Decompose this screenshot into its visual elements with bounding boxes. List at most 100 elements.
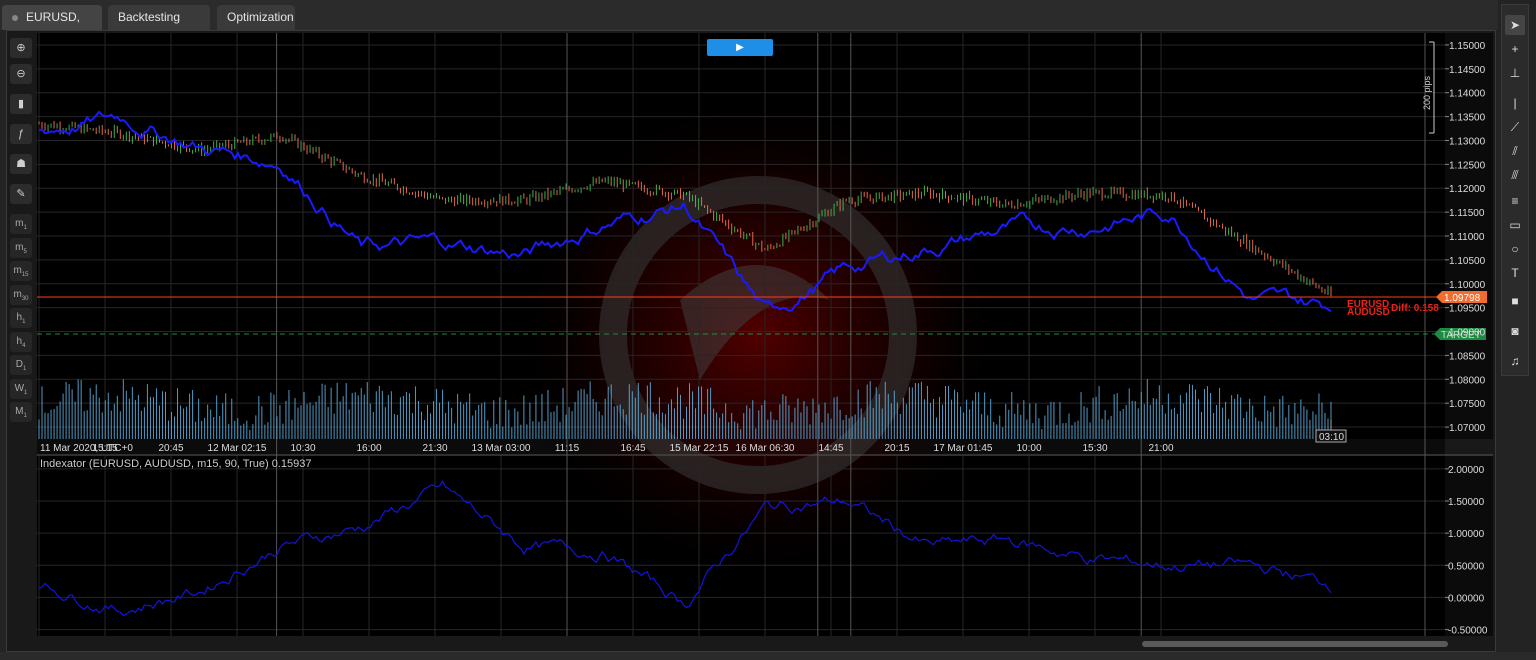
chart-type-icon[interactable]: ▮ — [10, 94, 32, 114]
cursor-icon[interactable]: ➤ — [1505, 15, 1525, 35]
timeframe-button[interactable]: m5 — [10, 237, 32, 258]
cursor-time-value: 03:10 — [1319, 432, 1344, 443]
camera-icon[interactable]: ◙ — [1505, 321, 1525, 341]
timeframe-label: m — [13, 288, 22, 300]
indicator-tick-label: -0.50000 — [1448, 626, 1488, 637]
text-icon[interactable]: T — [1505, 263, 1525, 283]
timeframe-button[interactable]: m1 — [10, 214, 32, 234]
time-tick-label: 15:15 — [92, 443, 117, 454]
trend-line-icon[interactable]: ⟋ — [1505, 117, 1525, 137]
audusd-series-label: AUDUSD — [1347, 307, 1390, 318]
time-tick-label: 11:15 — [555, 443, 580, 454]
price-tick-label: 1.11000 — [1449, 232, 1485, 243]
indicator-tick-label: 0.50000 — [1448, 561, 1485, 572]
timeframe-label: m — [15, 218, 24, 229]
left-toolbar: ⊕ ⊖ ▮ ƒ ☗ ✎ m1 m5 m15 m30 h1 h4 D1 W1 M1 — [9, 36, 35, 436]
templates-icon[interactable]: ✎ — [10, 184, 32, 204]
horizontal-scrollbar[interactable] — [1142, 641, 1448, 647]
time-tick-label: 16:45 — [620, 443, 645, 454]
indicator-tick-label: 0.00000 — [1448, 593, 1485, 604]
play-button[interactable]: ▶ — [707, 39, 773, 56]
timeframe-label: W — [14, 382, 25, 394]
zoom-in-icon[interactable]: ⊕ — [10, 38, 32, 58]
price-tick-label: 1.13000 — [1449, 136, 1486, 147]
time-tick-label: 10:30 — [290, 443, 315, 454]
indicator-tick-label: 1.00000 — [1448, 529, 1485, 540]
timeframe-period: 1 — [22, 366, 27, 372]
timeframe-button[interactable]: h4 — [10, 331, 32, 352]
price-tick-label: 1.10500 — [1449, 256, 1486, 267]
rectangle-icon[interactable]: ▭ — [1505, 215, 1525, 235]
time-tick-label: 12 Mar 02:15 — [208, 443, 267, 454]
time-tick-label: 17 Mar 01:45 — [934, 443, 993, 454]
timeframe-period: 5 — [23, 248, 27, 255]
timeframe-button[interactable]: W1 — [10, 378, 32, 399]
indicator-tick-label: 1.50000 — [1448, 497, 1485, 508]
price-tick-label: 1.14000 — [1449, 89, 1486, 100]
drawing-toolbar: ➤ + ⊥ | ⟋ ⫽ ⫻ ≡ ▭ ○ T ■ ◙ ♫ — [1501, 4, 1529, 376]
time-tick-label: 10:00 — [1016, 443, 1041, 454]
chart-area[interactable]: 1.09798 TARGET EURUSD AUDUSD Diff: 0.158… — [0, 0, 1536, 660]
timeframe-period: 1 — [23, 225, 27, 231]
indicator-axis — [1445, 456, 1493, 636]
andrews-pitchfork-icon[interactable]: ⫽ — [1505, 141, 1525, 161]
price-tick-label: 1.08500 — [1449, 351, 1486, 362]
price-tick-label: 1.08000 — [1449, 375, 1486, 386]
timeframe-period: 1 — [23, 413, 27, 419]
ruler-icon[interactable]: ⊥ — [1505, 63, 1525, 83]
timeframe-button[interactable]: m15 — [10, 261, 32, 281]
color-swatch-icon[interactable]: ■ — [1505, 291, 1525, 311]
timeframe-period: 1 — [24, 389, 28, 396]
price-tick-label: 1.09500 — [1449, 304, 1486, 315]
timeframe-period: 30 — [21, 295, 29, 302]
zoom-out-icon[interactable]: ⊖ — [10, 64, 32, 84]
time-tick-label: 15 Mar 22:15 — [670, 443, 729, 454]
time-tick-label: 15:30 — [1082, 443, 1107, 454]
time-tick-label: 14:45 — [818, 443, 843, 454]
timeframe-label: M — [15, 406, 24, 417]
cbot-icon[interactable]: ☗ — [10, 154, 32, 174]
ctrader-logo-watermark — [508, 85, 1008, 585]
pips-label: 200 pips — [1422, 75, 1432, 110]
timeframe-period: 15 — [21, 272, 29, 278]
price-tick-label: 1.14500 — [1449, 65, 1486, 76]
time-tick-label: 21:30 — [422, 443, 447, 454]
indicator-tick-label: 2.00000 — [1448, 465, 1485, 476]
bottom-strip — [0, 652, 1536, 660]
price-tick-label: 1.07500 — [1449, 399, 1486, 410]
alert-bell-icon[interactable]: ♫ — [1505, 351, 1525, 371]
ellipse-icon[interactable]: ○ — [1505, 239, 1525, 259]
price-tick-label: 1.09000 — [1449, 328, 1486, 339]
diff-label: Diff: 0.158 — [1391, 303, 1439, 314]
time-tick-label: 21:00 — [1148, 443, 1173, 454]
timeframe-period: 1 — [22, 319, 26, 325]
price-tick-label: 1.12000 — [1449, 184, 1486, 195]
indicator-title: Indexator (EURUSD, AUDUSD, m15, 90, True… — [40, 458, 311, 470]
timeframe-button[interactable]: h1 — [10, 308, 32, 328]
parallel-channel-icon[interactable]: ⫻ — [1505, 165, 1525, 185]
timeframe-period: 4 — [22, 342, 26, 349]
vertical-line-icon[interactable]: | — [1505, 93, 1525, 113]
indicators-icon[interactable]: ƒ — [10, 124, 32, 144]
price-tick-label: 1.07000 — [1449, 423, 1486, 434]
timeframe-label: m — [15, 241, 24, 253]
time-tick-label: 16:00 — [356, 443, 381, 454]
timeframe-label: D — [15, 359, 23, 370]
timeframe-button[interactable]: m30 — [10, 284, 32, 305]
price-tick-label: 1.13500 — [1449, 113, 1486, 124]
timeframe-label: m — [13, 265, 22, 276]
time-tick-label: 11 Mar 2020, UTC+0 — [40, 443, 133, 454]
price-tick-label: 1.11500 — [1449, 208, 1485, 219]
timeframe-button[interactable]: M1 — [10, 402, 32, 422]
time-tick-label: 20:15 — [884, 443, 909, 454]
current-price-value: 1.09798 — [1444, 293, 1481, 304]
fibonacci-icon[interactable]: ≡ — [1505, 191, 1525, 211]
timeframe-button[interactable]: D1 — [10, 355, 32, 375]
price-tick-label: 1.15000 — [1449, 41, 1486, 52]
current-price-tag[interactable]: 1.09798 — [1436, 291, 1487, 304]
price-tick-label: 1.10000 — [1449, 280, 1486, 291]
time-tick-label: 20:45 — [158, 443, 183, 454]
price-tick-label: 1.12500 — [1449, 160, 1486, 171]
crosshair-icon[interactable]: + — [1505, 39, 1525, 59]
time-tick-label: 16 Mar 06:30 — [736, 443, 795, 454]
